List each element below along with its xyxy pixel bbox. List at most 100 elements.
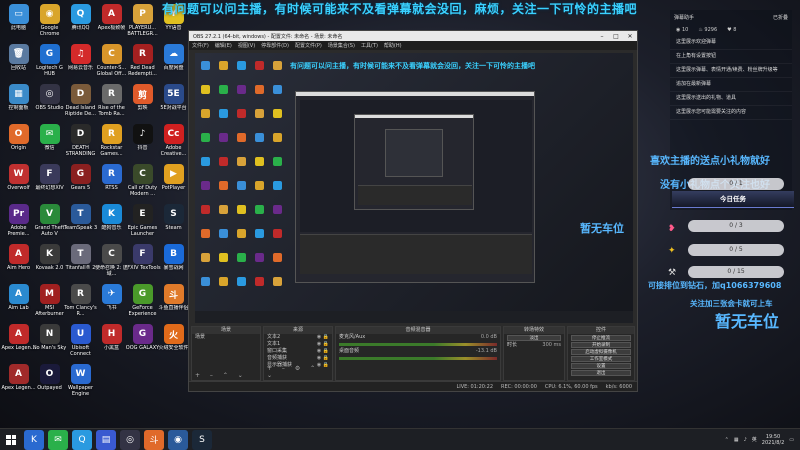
obs-menu-item[interactable]: 配置文件(P) (295, 42, 322, 49)
desktop-icon[interactable]: A Apex极致帧 (96, 4, 127, 41)
desktop-icon[interactable]: 火火绒安全软件 (158, 324, 189, 361)
taskbar-wechat-icon[interactable]: ✉ (48, 429, 68, 450)
source-item[interactable]: 文本1 ◉ 🔒 (264, 341, 332, 348)
taskbar-obs-icon[interactable]: ◎ (120, 429, 140, 450)
scenes-toolbar[interactable]: + – ⌃ ⌄ (195, 372, 247, 379)
maximize-icon[interactable]: □ (609, 33, 623, 40)
source-item[interactable]: 音频捕获 ◉ 🔒 (264, 355, 332, 362)
desktop-icon[interactable]: R RTSS (96, 164, 127, 201)
desktop-icon[interactable]: C 使命召唤 2: 区域... (95, 244, 128, 281)
transition-select[interactable]: 淡出 (507, 335, 561, 341)
desktop-icon[interactable]: D Dead Island Riptide De... (65, 84, 96, 121)
desktop-icon[interactable]: ▭ 此电脑 (3, 4, 34, 41)
controls-dock[interactable]: 控件 停止推流 开始录制 启动虚拟摄像机 工作室模式 设置 退出 (567, 326, 635, 381)
visibility-eye-icon[interactable]: ◉ 🔒 (317, 342, 329, 347)
desktop-icon[interactable]: G GeForce Experience (127, 284, 158, 321)
desktop-icon[interactable]: ▦ 控制面板 (3, 84, 34, 121)
taskbar-kugou-icon[interactable]: K (24, 429, 44, 450)
minimize-icon[interactable]: – (595, 33, 609, 40)
visibility-eye-icon[interactable]: ◉ 🔒 (317, 356, 329, 361)
desktop-icon[interactable]: H 小黑盒 (96, 324, 127, 361)
desktop-icon[interactable]: U Ubisoft Connect (65, 324, 96, 361)
obs-window[interactable]: OBS 27.2.1 (64-bit, windows) - 配置文件: 未命名… (188, 30, 638, 392)
chat-collapse-button[interactable]: 已折叠 (773, 14, 788, 21)
desktop-icon[interactable]: W Overwolf (3, 164, 34, 201)
desktop-icon[interactable]: C Call of Duty Modern ... (127, 164, 158, 201)
desktop-icon[interactable]: 斗斗鱼直播伴侣 (158, 284, 189, 321)
obs-menu-item[interactable]: 场景集合(S) (328, 42, 355, 49)
desktop-icon[interactable]: ◉ Google Chrome (34, 4, 65, 41)
scenes-dock[interactable]: 场景 场景 + – ⌃ ⌄ (191, 326, 261, 381)
desktop-icon[interactable]: P PLAYERU... BATTLEGR... (127, 4, 158, 41)
network-icon[interactable]: ▦ (734, 437, 739, 443)
desktop-icon[interactable]: 🗑 回收站 (3, 44, 34, 81)
desktop-icon[interactable]: K 酷狗音乐 (96, 204, 127, 241)
taskbar-steam-icon[interactable]: S (192, 429, 212, 450)
desktop-icon[interactable]: Q 腾讯QQ (65, 4, 96, 41)
desktop-icon[interactable]: R Rise of the Tomb Ra... (96, 84, 127, 121)
desktop-icon[interactable]: ✉ 微信 (34, 124, 65, 161)
source-item[interactable]: 窗口采集 ◉ 🔒 (264, 348, 332, 355)
obs-menu-item[interactable]: 帮助(H) (384, 42, 402, 49)
start-button[interactable] (0, 429, 22, 450)
desktop-icon[interactable]: ♪ 抖音 (127, 124, 158, 161)
ime-indicator[interactable]: 英 (752, 436, 757, 443)
desktop-icon[interactable]: G Gears 5 (65, 164, 96, 201)
sources-dock[interactable]: 来源 文本2 ◉ 🔒 文本1 ◉ 🔒 窗口采集 ◉ 🔒 音频捕获 ◉ 🔒 显示器捕获 ◉ 🔒 + … (263, 326, 333, 381)
mixer-meter-mic[interactable] (339, 343, 497, 346)
control-button[interactable]: 工作室模式 (571, 356, 631, 362)
obs-preview-canvas[interactable]: 有问题可以问主播，有时候可能来不及看弹幕就会没回，关注一下可怜的主播吧 (195, 53, 633, 323)
desktop-icon[interactable]: W Wallpaper Engine (65, 364, 96, 401)
taskbar-file-explorer-icon[interactable]: ▤ (96, 429, 116, 450)
desktop-icon[interactable]: ✈ 飞书 (96, 284, 127, 321)
desktop-icon[interactable]: K Kovaak 2.0 (34, 244, 65, 281)
visibility-eye-icon[interactable]: ◉ 🔒 (317, 349, 329, 354)
desktop-icon[interactable]: T Titanfall® 2 (65, 244, 96, 281)
desktop-icon[interactable]: Pr Adobe Premie... (3, 204, 34, 241)
desktop-icon[interactable]: ▶ PotPlayer (158, 164, 189, 201)
desktop-icon[interactable]: ◎ OBS Studio (34, 84, 65, 121)
scene-item[interactable]: 场景 (192, 334, 260, 341)
desktop-icon[interactable]: R Rockstar Games... (96, 124, 127, 161)
desktop-icon[interactable]: G OOG GALAXY (126, 324, 159, 361)
desktop-icon[interactable]: V Grand Theft Auto V (34, 204, 65, 241)
obs-menu-item[interactable]: 停靠部件(D) (261, 42, 289, 49)
desktop-icon[interactable]: A Apex Legen... (1, 364, 36, 401)
desktop-icon[interactable]: E Epic Games Launcher (127, 204, 158, 241)
notification-icon[interactable]: ▭ (789, 437, 794, 443)
taskbar-qq-icon[interactable]: Q (72, 429, 92, 450)
sources-toolbar[interactable]: + – ⚙ ⌃ ⌄ (267, 365, 332, 379)
obs-menu-item[interactable]: 文件(F) (192, 42, 209, 49)
control-button[interactable]: 开始录制 (571, 342, 631, 348)
close-icon[interactable]: ✕ (623, 33, 637, 40)
desktop-icon[interactable]: R Red Dead Redempti... (127, 44, 158, 81)
desktop-icon[interactable]: N No Man's Sky (33, 324, 66, 361)
control-button[interactable]: 停止推流 (571, 335, 631, 341)
desktop-icon[interactable]: Cc Adobe Creative... (158, 124, 189, 161)
obs-title-bar[interactable]: OBS 27.2.1 (64-bit, windows) - 配置文件: 未命名… (189, 31, 637, 41)
desktop-icon[interactable]: F FFXIV TexTools (124, 244, 161, 281)
desktop-icon[interactable]: R Tom Clancy's R... (64, 284, 97, 321)
desktop-icon[interactable]: O Outpayed (34, 364, 65, 401)
desktop-icon[interactable]: A Aim Hero (3, 244, 34, 281)
audio-mixer-dock[interactable]: 音频混音器 麦克风/Aux 0.0 dB 桌面音频 -13.1 dB (335, 326, 501, 381)
desktop-icon[interactable]: D DEATH STRANDING (65, 124, 96, 161)
desktop-icon[interactable]: T TeamSpeak 3 (64, 204, 97, 241)
transition-duration[interactable]: 时长 300 ms (504, 342, 564, 349)
desktop-icon[interactable]: A Aim Lab (3, 284, 34, 321)
taskbar-browser-icon[interactable]: ◉ (168, 429, 188, 450)
tray-arrow-icon[interactable]: ⌃ (725, 437, 729, 443)
desktop-icon[interactable]: F 最终幻想XIV (34, 164, 65, 201)
desktop-icon[interactable]: M MSI Afterburner (34, 284, 65, 321)
visibility-eye-icon[interactable]: ◉ 🔒 (317, 335, 329, 340)
taskbar-douyu-icon[interactable]: 斗 (144, 429, 164, 450)
control-button[interactable]: 设置 (571, 363, 631, 369)
desktop-icon[interactable]: A Apex Legen... (1, 324, 36, 361)
desktop-icon[interactable]: B 暴雪战网 (158, 244, 189, 281)
desktop-icon[interactable]: C Counter-S... Global Off... (96, 44, 127, 81)
taskbar-clock[interactable]: 19:50 2021/8/2 (762, 434, 784, 446)
desktop-icon[interactable]: 剪剪映 (127, 84, 158, 121)
obs-menu-item[interactable]: 视图(V) (238, 42, 255, 49)
desktop-icon[interactable]: 5E 5E对战平台 (158, 84, 189, 121)
obs-menu-item[interactable]: 工具(T) (361, 42, 378, 49)
